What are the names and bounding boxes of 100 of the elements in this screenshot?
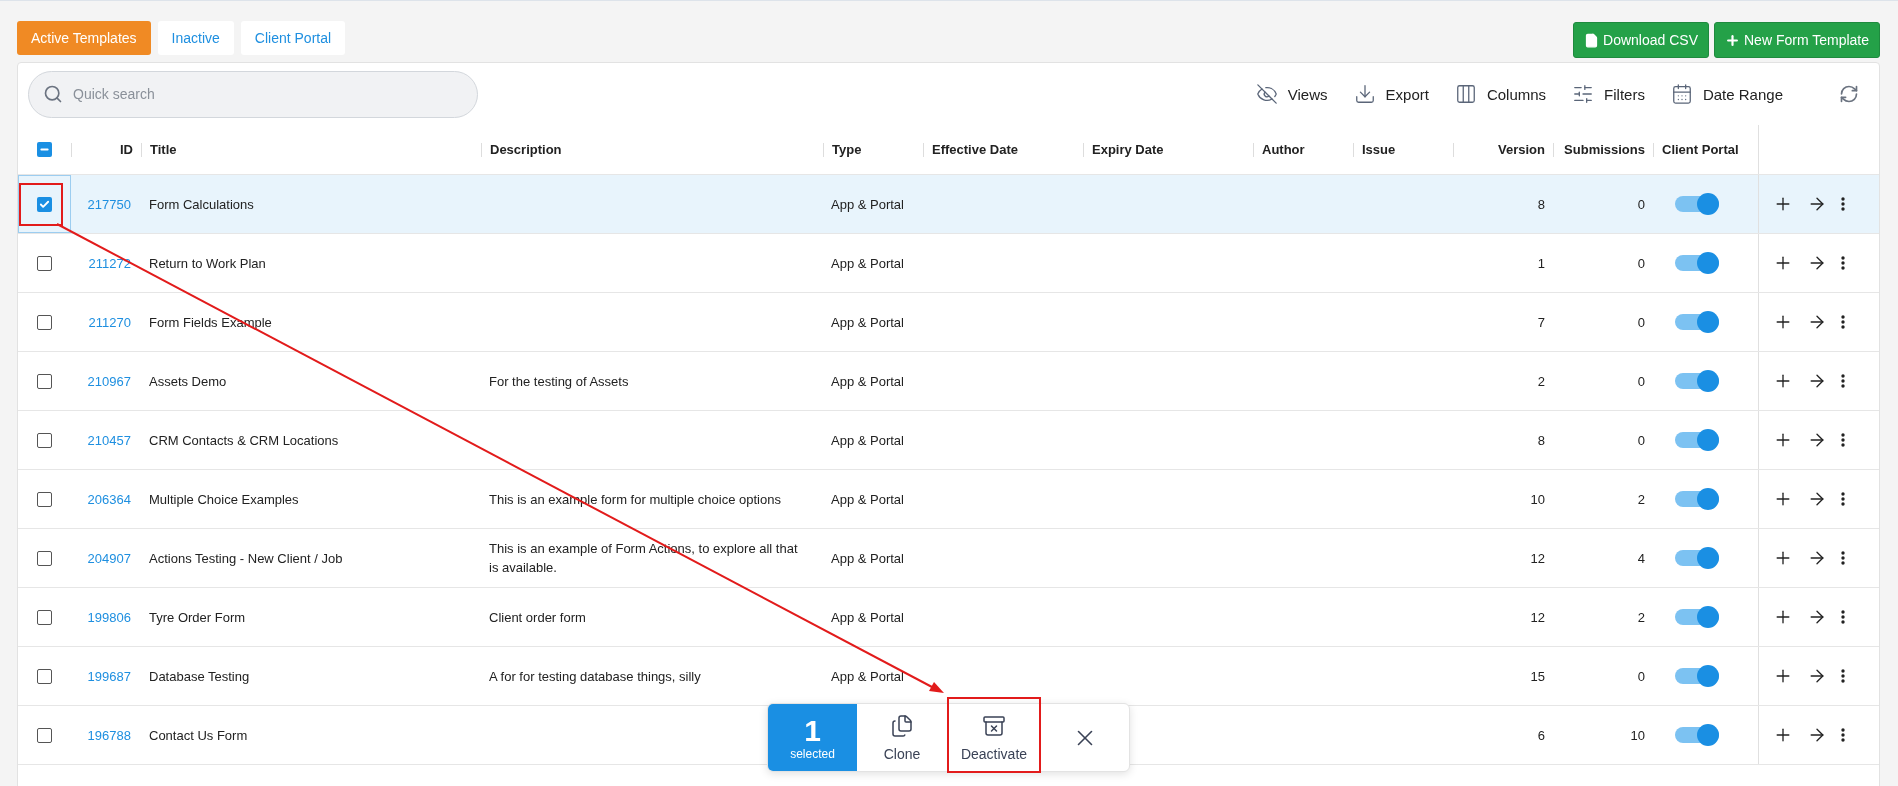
export-button[interactable]: Export xyxy=(1353,83,1429,105)
version-cell-text: 6 xyxy=(1536,727,1546,743)
portal-toggle[interactable] xyxy=(1675,432,1719,448)
row-checkbox[interactable] xyxy=(37,550,52,566)
portal-toggle[interactable] xyxy=(1675,727,1719,743)
table-row[interactable]: 217750 Form Calculations App & Portal 8 0 xyxy=(18,175,1879,234)
id-link[interactable]: 199806 xyxy=(71,609,141,625)
id-link[interactable]: 196788 xyxy=(71,727,141,743)
portal-toggle[interactable] xyxy=(1675,255,1719,271)
type-cell-text: App & Portal xyxy=(830,373,905,389)
more-button[interactable] xyxy=(1841,492,1845,506)
title-cell-text: Database Testing xyxy=(148,668,251,684)
refresh-button[interactable] xyxy=(1839,84,1859,104)
archive-icon xyxy=(982,713,1006,738)
title-cell-text: Form Calculations xyxy=(148,196,255,212)
more-button[interactable] xyxy=(1841,728,1845,742)
portal-toggle[interactable] xyxy=(1675,668,1719,684)
count-number: 1 xyxy=(804,714,821,747)
portal-toggle[interactable] xyxy=(1675,314,1719,330)
type-cell-text: App & Portal xyxy=(830,550,905,566)
version-cell-text: 10 xyxy=(1529,491,1546,507)
table-row[interactable]: 211272 Return to Work Plan App & Portal 1 0 xyxy=(18,234,1879,293)
table-row[interactable]: 210457 CRM Contacts & CRM Locations App & Portal 8 0 xyxy=(18,411,1879,470)
table-row[interactable]: 210967 Assets Demo For the testing of Assets App & Portal 2 0 xyxy=(18,352,1879,411)
more-button[interactable] xyxy=(1841,551,1845,565)
row-checkbox[interactable] xyxy=(37,255,52,271)
sliders-icon xyxy=(1572,83,1595,105)
title-cell-text: Contact Us Form xyxy=(148,727,249,743)
submissions-cell-text: 0 xyxy=(1636,314,1646,330)
table-row[interactable]: 199687 Database Testing A for for testing database things, silly App & Portal 15 0 xyxy=(18,647,1879,706)
calendar-icon xyxy=(1670,83,1693,105)
id-link[interactable]: 206364 xyxy=(71,491,141,507)
row-checkbox[interactable] xyxy=(37,196,52,212)
views-button[interactable]: Views xyxy=(1255,83,1328,105)
row-checkbox[interactable] xyxy=(37,373,52,389)
column-header: ID xyxy=(71,142,141,157)
submissions-cell-text: 0 xyxy=(1636,373,1646,389)
more-button[interactable] xyxy=(1841,669,1845,683)
more-icon xyxy=(1841,374,1845,388)
more-button[interactable] xyxy=(1841,433,1845,447)
description-cell-text: Client order form xyxy=(488,608,587,627)
id-link[interactable]: 210457 xyxy=(71,432,141,448)
portal-toggle[interactable] xyxy=(1675,491,1719,507)
filter-tab[interactable]: Client Portal xyxy=(240,21,346,55)
portal-toggle[interactable] xyxy=(1675,196,1719,212)
more-button[interactable] xyxy=(1841,610,1845,624)
more-button[interactable] xyxy=(1841,256,1845,270)
title-cell-text: Actions Testing - New Client / Job xyxy=(148,550,344,566)
version-cell-text: 12 xyxy=(1529,550,1546,566)
portal-toggle[interactable] xyxy=(1675,373,1719,389)
description-cell-text: A for for testing database things, silly xyxy=(488,667,702,686)
search-field[interactable]: Quick search xyxy=(28,70,478,118)
more-icon xyxy=(1841,610,1845,624)
columns-button[interactable]: Columns xyxy=(1454,83,1547,105)
date-button[interactable]: Date Range xyxy=(1670,83,1783,105)
select-all-checkbox[interactable] xyxy=(37,142,52,157)
filters-button[interactable]: Filters xyxy=(1572,83,1645,105)
more-icon xyxy=(1841,492,1845,506)
column-header: Title xyxy=(141,142,481,157)
eye-off-icon xyxy=(1255,83,1278,105)
check-icon xyxy=(39,198,50,210)
portal-toggle[interactable] xyxy=(1675,550,1719,566)
id-link[interactable]: 211270 xyxy=(71,314,141,330)
more-icon xyxy=(1841,433,1845,447)
row-checkbox[interactable] xyxy=(37,314,52,330)
version-cell-text: 8 xyxy=(1536,432,1546,448)
portal-toggle[interactable] xyxy=(1675,609,1719,625)
column-header: Effective Date xyxy=(923,142,1083,157)
plus-icon xyxy=(1725,32,1740,48)
submissions-cell-text: 4 xyxy=(1636,550,1646,566)
row-checkbox[interactable] xyxy=(37,727,52,743)
more-button[interactable] xyxy=(1841,374,1845,388)
row-checkbox[interactable] xyxy=(37,432,52,448)
filter-tab[interactable]: Inactive xyxy=(157,21,234,55)
column-header: Type xyxy=(823,142,923,157)
search-icon xyxy=(43,84,63,104)
type-cell-text: App & Portal xyxy=(830,314,905,330)
row-checkbox[interactable] xyxy=(37,491,52,507)
more-icon xyxy=(1841,728,1845,742)
submissions-cell-text: 10 xyxy=(1629,727,1646,743)
column-header: Version xyxy=(1453,142,1553,157)
id-link[interactable]: 210967 xyxy=(71,373,141,389)
column-header: Issue xyxy=(1353,142,1453,157)
id-link[interactable]: 204907 xyxy=(71,550,141,566)
download-icon xyxy=(1353,83,1376,105)
table-row[interactable]: 199806 Tyre Order Form Client order form App & Portal 12 2 xyxy=(18,588,1879,647)
row-checkbox[interactable] xyxy=(37,668,52,684)
column-header: Client Portal xyxy=(1653,142,1758,157)
id-link[interactable]: 199687 xyxy=(71,668,141,684)
version-cell-text: 1 xyxy=(1536,255,1546,271)
submissions-cell-text: 2 xyxy=(1636,491,1646,507)
row-checkbox[interactable] xyxy=(37,609,52,625)
type-cell-text: App & Portal xyxy=(830,668,905,684)
more-button[interactable] xyxy=(1841,197,1845,211)
more-button[interactable] xyxy=(1841,315,1845,329)
more-icon xyxy=(1841,669,1845,683)
type-cell-text: App & Portal xyxy=(830,491,905,507)
more-icon xyxy=(1841,551,1845,565)
submissions-cell-text: 0 xyxy=(1636,196,1646,212)
search-input[interactable]: Quick search xyxy=(71,85,463,103)
